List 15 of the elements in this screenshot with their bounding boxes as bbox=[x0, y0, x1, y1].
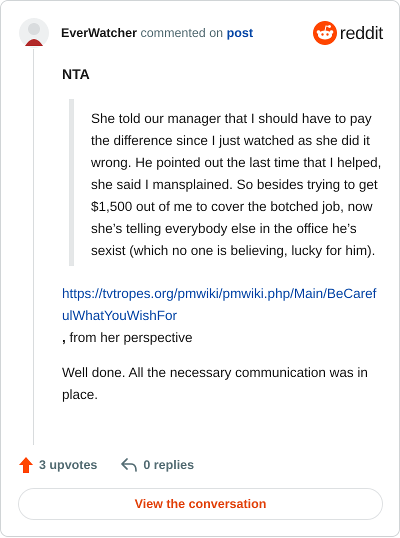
logo-text: reddit bbox=[340, 22, 383, 44]
url-link[interactable]: https://tvtropes.org/pmwiki/pmwiki.php/Main/BeCarefulWhatYouWishFor bbox=[62, 283, 383, 327]
quote-text: She told our manager that I should have to pay the difference since I just watched as she did it wrong. He pointed out the last time that I helped, she said I mansplained. So besides trying to get $1,500 out of me to cover the botched job, now she’s telling everybody else in the office he’s sexist (which no one is believing, lucky for him). bbox=[91, 110, 382, 260]
comment-text: https://tvtropes.org/pmwiki/pmwiki.php/Main/BeCarefulWhatYouWishFor , from her perspective bbox=[62, 283, 383, 349]
upvote-count: 3 upvotes bbox=[39, 458, 98, 472]
reply-count: 0 replies bbox=[143, 458, 194, 472]
view-conversation-button[interactable]: View the conversation bbox=[18, 488, 383, 520]
comment-text: Well done. All the necessary communication was in place. bbox=[62, 364, 369, 404]
comment-heading: NTA bbox=[62, 66, 90, 82]
upvote-icon[interactable] bbox=[19, 457, 33, 473]
logo-icon bbox=[312, 21, 337, 45]
reply-icon[interactable] bbox=[121, 458, 138, 472]
action-text: commented on bbox=[140, 26, 224, 40]
post-link[interactable]: post bbox=[226, 26, 254, 40]
author-name[interactable]: EverWatcher bbox=[61, 26, 137, 40]
